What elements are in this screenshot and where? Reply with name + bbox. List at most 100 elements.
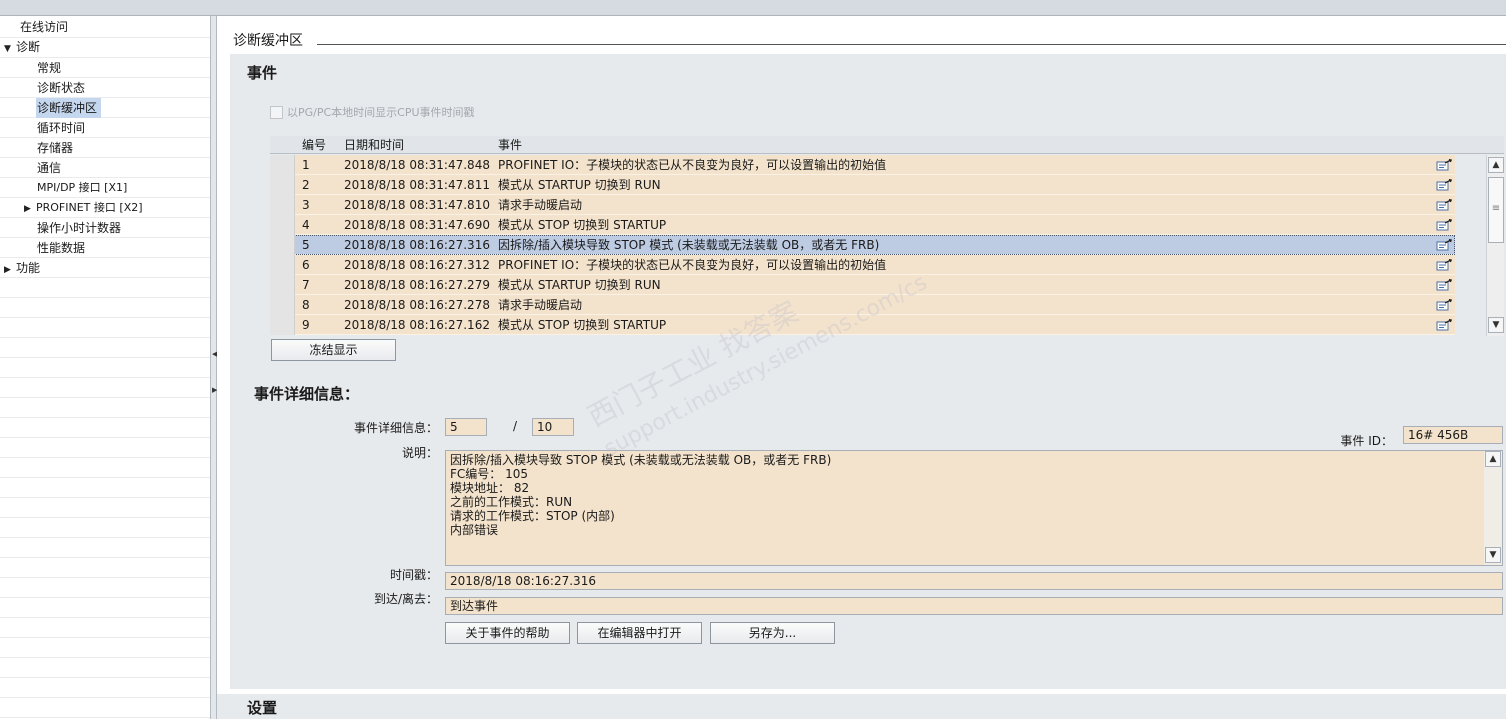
table-row[interactable]: 7 2018/8/18 08:16:27.279 模式从 STARTUP 切换到 R… bbox=[270, 275, 1455, 295]
column-header-datetime[interactable]: 日期和时间 bbox=[344, 136, 404, 154]
description-box[interactable]: 因拆除/插入模块导致 STOP 模式 (未装载或无法装载 OB，或者无 FRB)… bbox=[445, 450, 1503, 566]
cell-event: 模式从 STOP 切换到 STARTUP bbox=[498, 218, 667, 232]
table-scrollbar[interactable]: ▲ ≡ ▼ bbox=[1486, 155, 1504, 336]
table-row[interactable]: 6 2018/8/18 08:16:27.312 PROFINET IO：子模块的状… bbox=[270, 255, 1455, 275]
main-content: 诊断缓冲区 事件 以PG/PC本地时间显示CPU事件时间戳 编号 日期和时间 事… bbox=[217, 16, 1506, 719]
row-header[interactable] bbox=[270, 315, 295, 335]
event-detail-icon[interactable] bbox=[1436, 279, 1452, 291]
nav-item-online-access[interactable]: 在线访问 bbox=[20, 17, 68, 37]
local-time-option[interactable]: 以PG/PC本地时间显示CPU事件时间戳 bbox=[270, 104, 475, 120]
event-detail-icon[interactable] bbox=[1436, 219, 1452, 231]
expanded-triangle-icon[interactable]: ▼ bbox=[4, 39, 16, 59]
scroll-thumb[interactable]: ≡ bbox=[1488, 177, 1504, 243]
row-header[interactable] bbox=[270, 195, 295, 215]
panel-splitter[interactable]: ◀ ▶ bbox=[210, 16, 217, 719]
nav-item-general[interactable]: 常规 bbox=[37, 58, 61, 78]
event-detail-icon[interactable] bbox=[1436, 159, 1452, 171]
table-row[interactable]: 2 2018/8/18 08:31:47.811 模式从 STARTUP 切换到 R… bbox=[270, 175, 1455, 195]
cell-datetime: 2018/8/18 08:31:47.810 bbox=[344, 198, 490, 212]
event-detail-icon[interactable] bbox=[1436, 259, 1452, 271]
row-header[interactable] bbox=[270, 235, 295, 255]
nav-item-label: 功能 bbox=[16, 261, 41, 275]
local-time-checkbox[interactable] bbox=[270, 105, 283, 119]
table-row[interactable]: 8 2018/8/18 08:16:27.278 请求手动暖启动 bbox=[270, 295, 1455, 315]
save-as-button[interactable]: 另存为... bbox=[710, 622, 835, 644]
scroll-down-icon[interactable]: ▼ bbox=[1488, 317, 1504, 333]
title-divider bbox=[317, 44, 1506, 45]
row-header[interactable] bbox=[270, 215, 295, 235]
table-row[interactable]: 4 2018/8/18 08:31:47.690 模式从 STOP 切换到 STAR… bbox=[270, 215, 1455, 235]
coming-going-field: 到达事件 bbox=[445, 597, 1503, 615]
scroll-down-icon[interactable]: ▼ bbox=[1485, 547, 1501, 563]
cell-num: 2 bbox=[302, 178, 310, 192]
cell-datetime: 2018/8/18 08:31:47.848 bbox=[344, 158, 490, 172]
detail-index-field[interactable]: 5 bbox=[445, 418, 487, 436]
nav-item-diagnostics[interactable]: ▼ 诊断 bbox=[4, 37, 40, 57]
cell-datetime: 2018/8/18 08:31:47.690 bbox=[344, 218, 490, 232]
event-detail-icon[interactable] bbox=[1436, 319, 1452, 331]
nav-item-label: PROFINET 接口 [X2] bbox=[36, 201, 143, 214]
nav-item-communication[interactable]: 通信 bbox=[37, 158, 61, 178]
table-row[interactable]: 3 2018/8/18 08:31:47.810 请求手动暖启动 bbox=[270, 195, 1455, 215]
local-time-label: 以PG/PC本地时间显示CPU事件时间戳 bbox=[287, 106, 475, 119]
cell-event: 模式从 STARTUP 切换到 RUN bbox=[498, 278, 661, 292]
cell-datetime: 2018/8/18 08:16:27.279 bbox=[344, 278, 490, 292]
cell-num: 6 bbox=[302, 258, 310, 272]
cell-num: 9 bbox=[302, 318, 310, 332]
event-id-field: 16# 456B bbox=[1403, 426, 1503, 444]
cell-datetime: 2018/8/18 08:16:27.162 bbox=[344, 318, 490, 332]
cell-num: 3 bbox=[302, 198, 310, 212]
collapsed-triangle-icon[interactable]: ▶ bbox=[4, 260, 16, 280]
nav-item-diag-buffer[interactable]: 诊断缓冲区 bbox=[36, 98, 101, 118]
nav-item-cycle-time[interactable]: 循环时间 bbox=[37, 118, 85, 138]
description-line: 模块地址： 82 bbox=[450, 481, 530, 495]
table-row[interactable]: 9 2018/8/18 08:16:27.162 模式从 STOP 切换到 STAR… bbox=[270, 315, 1455, 335]
event-detail-icon[interactable] bbox=[1436, 239, 1452, 251]
event-detail-icon[interactable] bbox=[1436, 199, 1452, 211]
row-header[interactable] bbox=[270, 275, 295, 295]
nav-item-diag-status[interactable]: 诊断状态 bbox=[37, 78, 85, 98]
row-header[interactable] bbox=[270, 255, 295, 275]
event-detail-icon[interactable] bbox=[1436, 299, 1452, 311]
column-header-num[interactable]: 编号 bbox=[302, 136, 326, 154]
nav-tree: 在线访问 ▼ 诊断 常规 诊断状态 诊断缓冲区 循环时间 存储器 通信 MPI/D… bbox=[0, 16, 210, 719]
cell-datetime: 2018/8/18 08:16:27.316 bbox=[344, 238, 490, 252]
row-header[interactable] bbox=[270, 295, 295, 315]
timestamp-label: 时间戳： bbox=[389, 568, 438, 582]
settings-section[interactable]: 设置 bbox=[217, 689, 1506, 719]
events-panel: 事件 以PG/PC本地时间显示CPU事件时间戳 编号 日期和时间 事件 1 201… bbox=[230, 54, 1506, 689]
event-help-button[interactable]: 关于事件的帮助 bbox=[445, 622, 570, 644]
coming-going-label: 到达/离去： bbox=[373, 592, 438, 606]
nav-item-mpi-dp[interactable]: MPI/DP 接口 [X1] bbox=[37, 178, 127, 198]
nav-item-functions[interactable]: ▶ 功能 bbox=[4, 258, 40, 278]
timestamp-field: 2018/8/18 08:16:27.316 bbox=[445, 572, 1503, 590]
cell-datetime: 2018/8/18 08:31:47.811 bbox=[344, 178, 490, 192]
detail-total-field: 10 bbox=[532, 418, 574, 436]
nav-item-performance[interactable]: 性能数据 bbox=[37, 238, 85, 258]
row-header[interactable] bbox=[270, 155, 295, 175]
scroll-up-icon[interactable]: ▲ bbox=[1488, 157, 1504, 173]
scroll-up-icon[interactable]: ▲ bbox=[1485, 451, 1501, 467]
cell-datetime: 2018/8/18 08:16:27.278 bbox=[344, 298, 490, 312]
nav-item-memory[interactable]: 存储器 bbox=[37, 138, 73, 158]
nav-item-profinet[interactable]: ▶ PROFINET 接口 [X2] bbox=[24, 198, 143, 218]
table-row[interactable]: 1 2018/8/18 08:31:47.848 PROFINET IO：子模块的状… bbox=[270, 155, 1455, 175]
description-line: 因拆除/插入模块导致 STOP 模式 (未装载或无法装载 OB，或者无 FRB) bbox=[450, 453, 832, 467]
open-in-editor-button[interactable]: 在编辑器中打开 bbox=[577, 622, 702, 644]
freeze-display-button[interactable]: 冻结显示 bbox=[271, 339, 396, 361]
column-header-event[interactable]: 事件 bbox=[498, 136, 522, 154]
table-row[interactable]: 5 2018/8/18 08:16:27.316 因拆除/插入模块导致 STOP 模… bbox=[270, 235, 1455, 255]
nav-item-label: 诊断 bbox=[16, 40, 41, 54]
description-line: 请求的工作模式：STOP (内部) bbox=[450, 509, 615, 523]
row-header[interactable] bbox=[270, 175, 295, 195]
collapsed-triangle-icon[interactable]: ▶ bbox=[24, 199, 36, 219]
cell-event: 因拆除/插入模块导致 STOP 模式 (未装载或无法装载 OB，或者无 FRB) bbox=[498, 238, 880, 252]
events-heading: 事件 bbox=[247, 64, 278, 82]
description-scrollbar[interactable]: ▲ ▼ bbox=[1484, 451, 1502, 565]
description-line: 之前的工作模式：RUN bbox=[450, 495, 573, 509]
nav-item-operating-hours[interactable]: 操作小时计数器 bbox=[37, 218, 121, 238]
description-line: 内部错误 bbox=[450, 523, 499, 537]
description-label: 说明： bbox=[401, 446, 438, 460]
cell-datetime: 2018/8/18 08:16:27.312 bbox=[344, 258, 490, 272]
event-detail-icon[interactable] bbox=[1436, 179, 1452, 191]
